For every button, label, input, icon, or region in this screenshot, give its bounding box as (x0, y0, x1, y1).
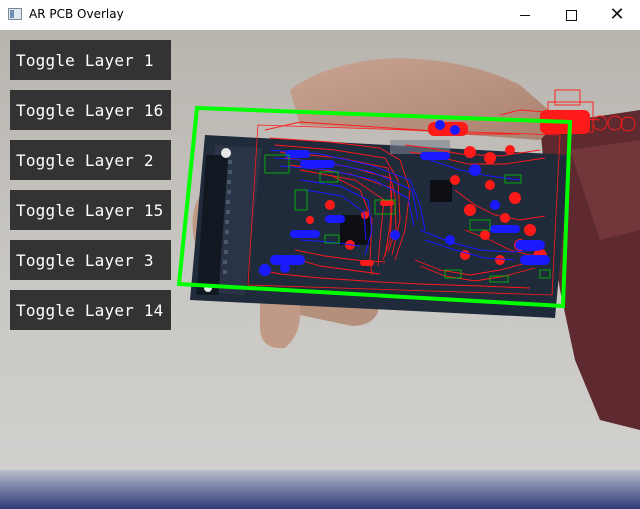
maximize-icon (565, 9, 577, 21)
toggle-layer-2-button[interactable]: Toggle Layer 2 (10, 140, 171, 180)
minimize-icon (520, 14, 530, 16)
app-window-icon (8, 8, 22, 20)
close-button[interactable]: ✕ (594, 0, 640, 30)
close-icon: ✕ (609, 4, 625, 25)
maximize-button[interactable] (548, 0, 594, 30)
minimize-button[interactable] (502, 0, 548, 30)
toggle-layer-14-button[interactable]: Toggle Layer 14 (10, 290, 171, 330)
title-bar: AR PCB Overlay ✕ (0, 0, 640, 30)
toggle-layer-3-button[interactable]: Toggle Layer 3 (10, 240, 171, 280)
window-title: AR PCB Overlay (29, 7, 124, 21)
toggle-layer-16-button[interactable]: Toggle Layer 16 (10, 90, 171, 130)
toggle-layer-1-button[interactable]: Toggle Layer 1 (10, 40, 171, 80)
bottom-edge (0, 470, 640, 509)
toggle-layer-15-button[interactable]: Toggle Layer 15 (10, 190, 171, 230)
